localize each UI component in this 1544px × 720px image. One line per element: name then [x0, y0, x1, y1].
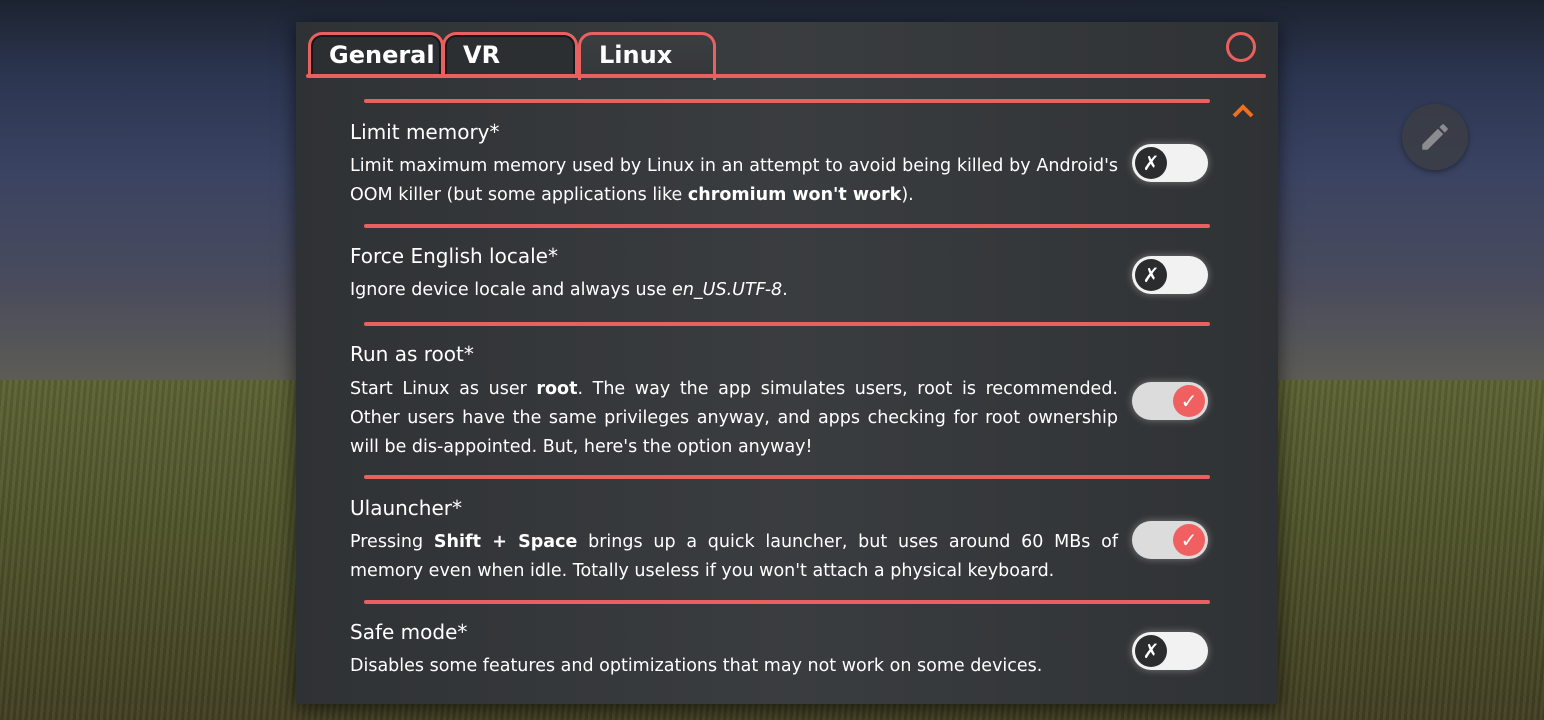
tab-general[interactable]: General [308, 32, 444, 76]
setting-title-run-as-root: Run as root* [350, 342, 474, 366]
setting-title-safe-mode: Safe mode* [350, 620, 468, 644]
toggle-knob: ✗ [1135, 147, 1167, 179]
close-icon[interactable] [1226, 32, 1256, 62]
setting-desc-limit-memory: Limit maximum memory used by Linux in an… [350, 156, 1118, 205]
tab-vr[interactable]: VR [442, 32, 578, 76]
chevron-up-icon[interactable] [1232, 96, 1254, 124]
divider [364, 99, 1210, 103]
divider [364, 224, 1210, 228]
tab-underline [306, 74, 1266, 78]
setting-desc-run-as-root: Start Linux as user root. The way the ap… [350, 379, 1118, 457]
settings-panel: General VR Linux Limit memory* Limit max… [296, 22, 1278, 704]
toggle-knob: ✓ [1173, 385, 1205, 417]
pencil-icon [1422, 124, 1448, 150]
toggle-ulauncher[interactable]: ✓ [1132, 521, 1208, 559]
toggle-knob: ✓ [1173, 524, 1205, 556]
setting-desc-ulauncher: Pressing Shift + Space brings up a quick… [350, 532, 1118, 581]
setting-desc-safe-mode: Disables some features and optimizations… [350, 656, 1043, 676]
edit-button[interactable] [1402, 104, 1468, 170]
toggle-limit-memory[interactable]: ✗ [1132, 144, 1208, 182]
setting-title-ulauncher: Ulauncher* [350, 496, 463, 520]
toggle-knob: ✗ [1135, 635, 1167, 667]
toggle-run-as-root[interactable]: ✓ [1132, 382, 1208, 420]
toggle-force-english[interactable]: ✗ [1132, 256, 1208, 294]
tab-label: General [329, 41, 435, 69]
divider [364, 600, 1210, 604]
toggle-safe-mode[interactable]: ✗ [1132, 632, 1208, 670]
divider [364, 322, 1210, 326]
setting-desc-force-english: Ignore device locale and always use en_U… [350, 280, 788, 300]
tab-label: Linux [599, 41, 673, 69]
tab-label: VR [463, 41, 501, 69]
divider [364, 475, 1210, 479]
tab-linux[interactable]: Linux [578, 32, 716, 80]
setting-title-force-english: Force English locale* [350, 244, 558, 268]
setting-title-limit-memory: Limit memory* [350, 120, 500, 144]
toggle-knob: ✗ [1135, 259, 1167, 291]
